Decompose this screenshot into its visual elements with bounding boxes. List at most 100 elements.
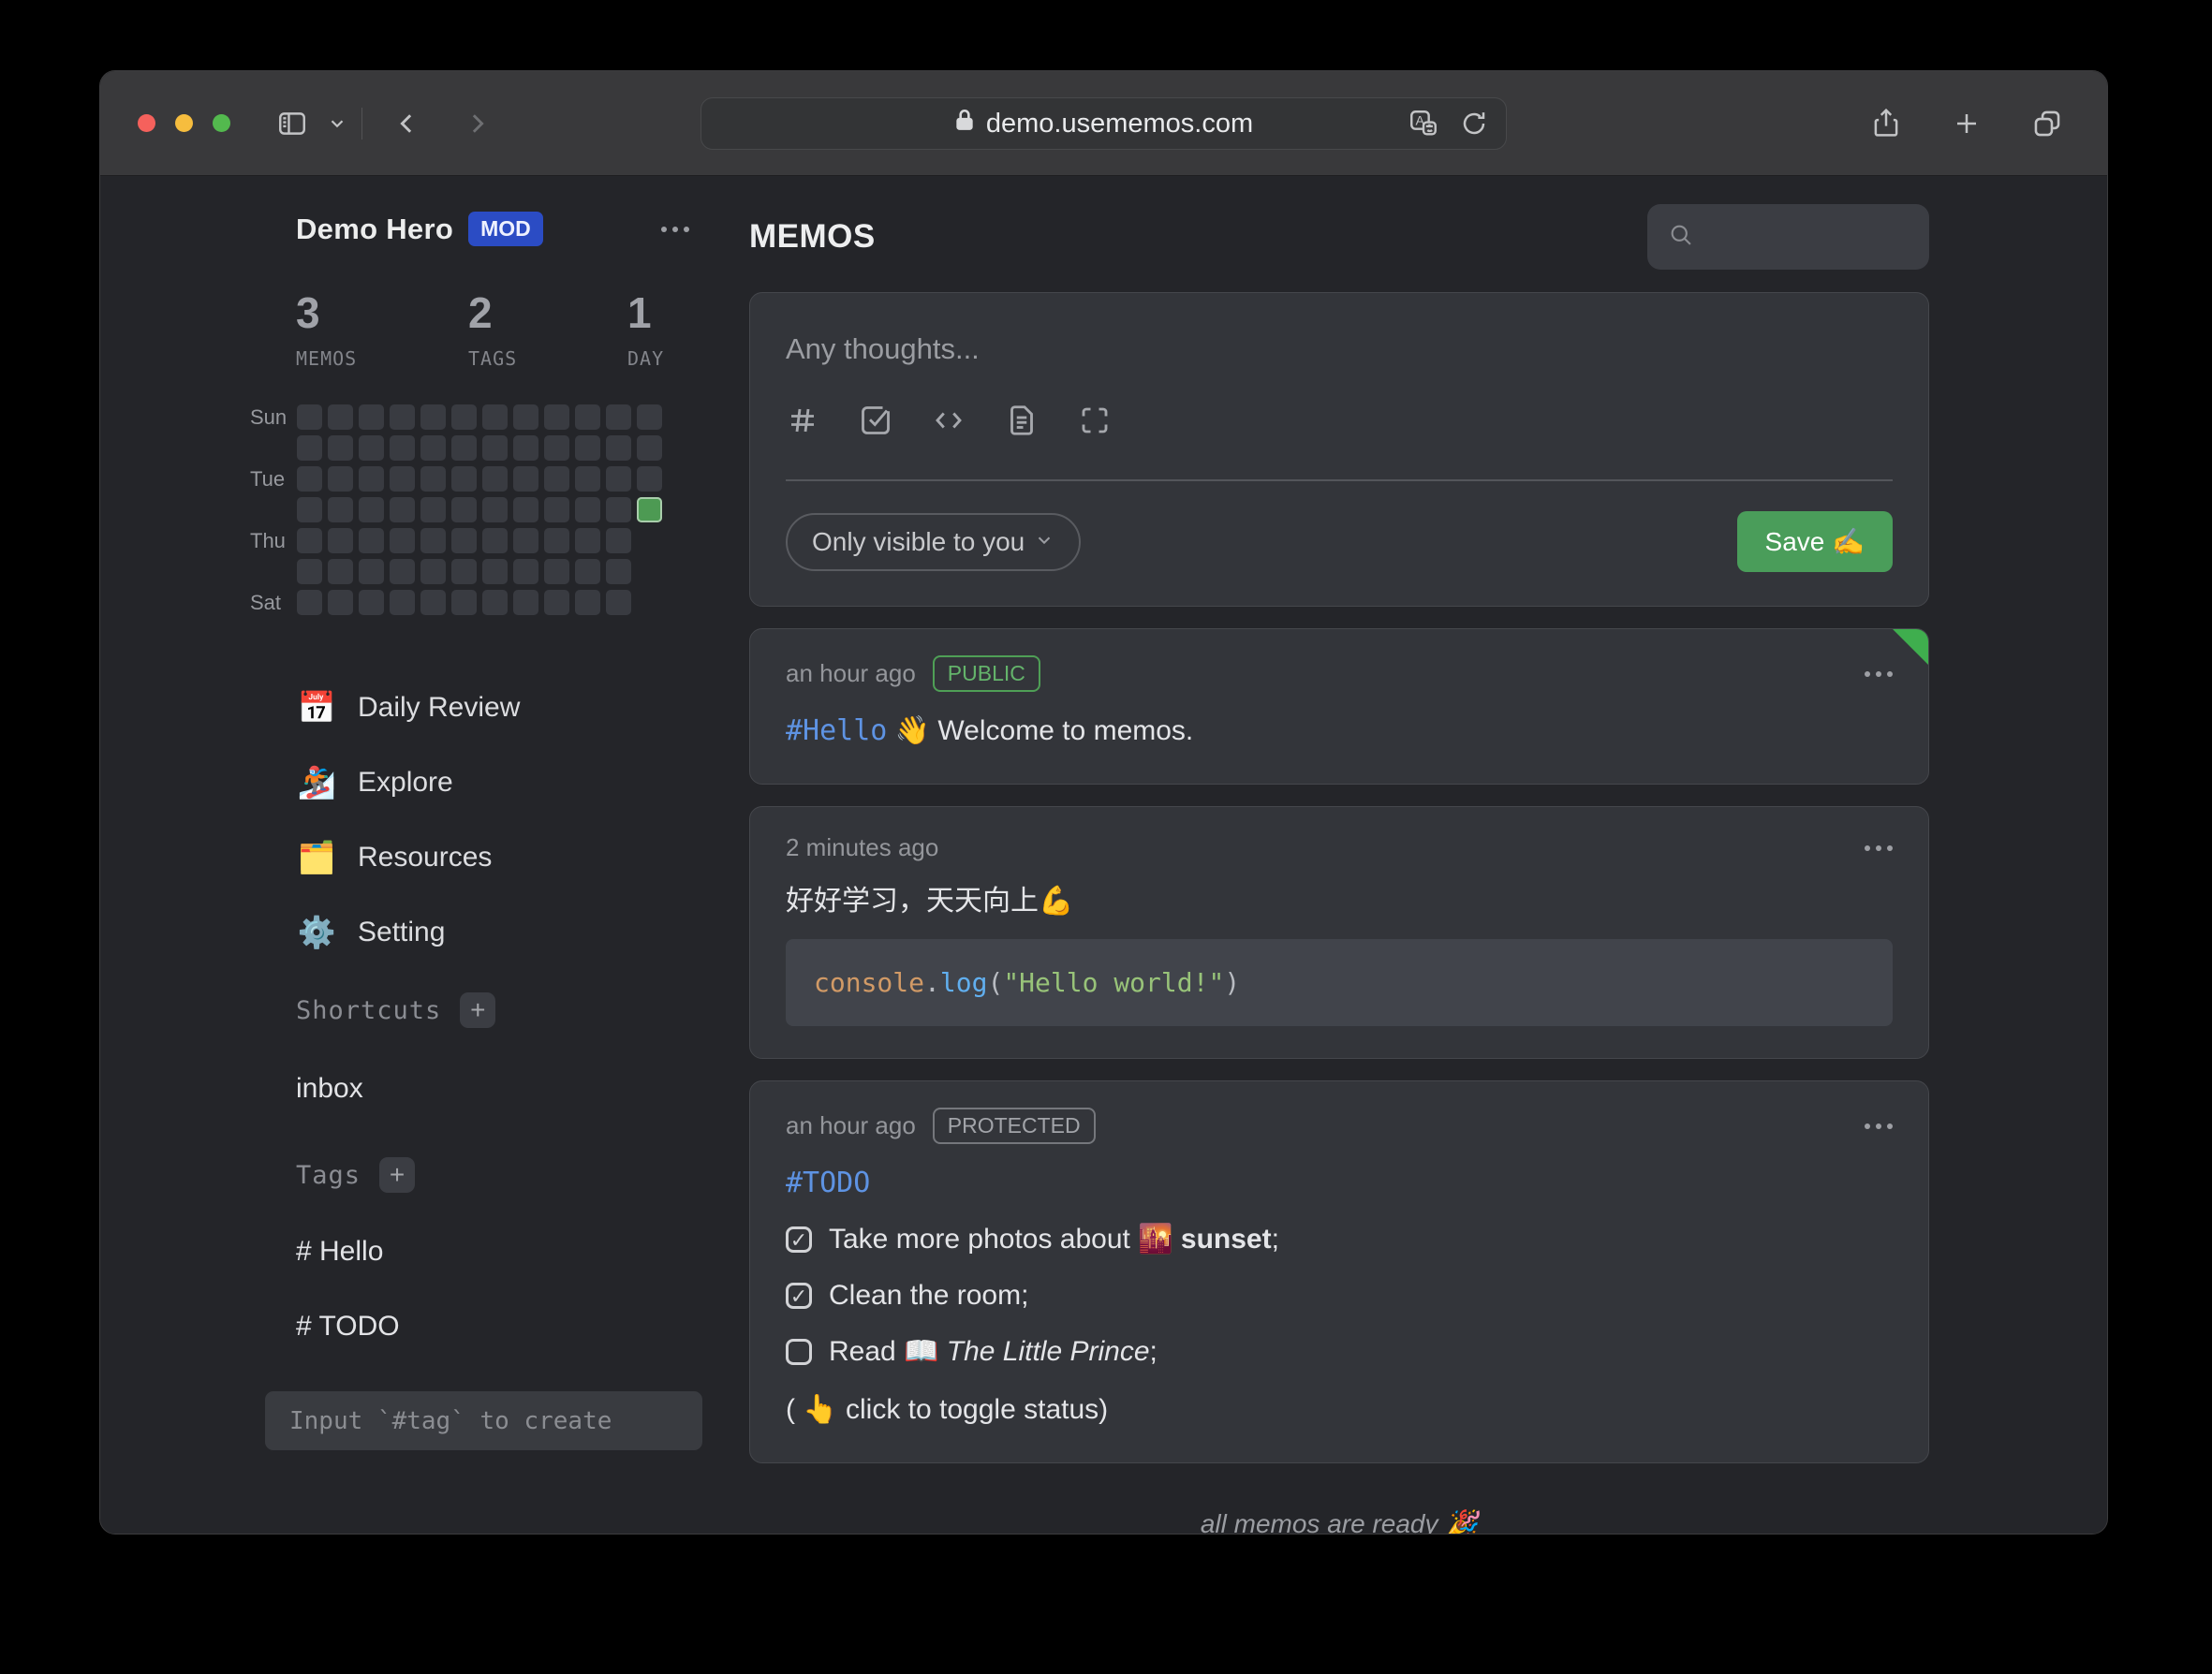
heatmap-cell [390, 528, 415, 553]
heatmap-cell [513, 404, 538, 430]
mod-badge: MOD [468, 212, 543, 246]
stat-tags: 2 TAGS [468, 287, 627, 370]
tab-overview-button[interactable] [2021, 97, 2073, 150]
memo-card-todo: an hour ago PROTECTED #TODO ✓ Take more … [749, 1080, 1929, 1463]
tag-item-todo[interactable]: # TODO [296, 1311, 712, 1343]
sidebar-item-resources[interactable]: 🗂️ Resources [296, 820, 712, 895]
memo-menu-button[interactable] [1865, 845, 1893, 851]
heatmap-cell [451, 435, 477, 461]
memo-tag[interactable]: #Hello [786, 714, 887, 747]
stat-value: 1 [627, 287, 689, 338]
heatmap-cell [575, 404, 600, 430]
minimize-window-button[interactable] [175, 114, 193, 132]
shortcut-item-inbox[interactable]: inbox [296, 1073, 712, 1105]
user-banner[interactable]: Demo Hero MOD [296, 212, 689, 246]
tag-item-hello[interactable]: # Hello [296, 1236, 712, 1268]
heatmap-cell [328, 590, 353, 615]
chevron-down-icon [327, 113, 347, 134]
todo-checkbox[interactable]: ✓ [786, 1283, 812, 1309]
sidebar-toggle-button[interactable] [266, 97, 318, 150]
stat-day: 1 DAY [627, 287, 689, 370]
heatmap-cell [482, 404, 508, 430]
code-string: "Hello world!" [1003, 967, 1224, 998]
heatmap-cell [482, 497, 508, 522]
memo-text: 好好学习，天天向上💪 [786, 881, 1893, 922]
back-button[interactable] [381, 97, 434, 150]
heatmap-cell [637, 404, 662, 430]
visibility-select[interactable]: Only visible to you [786, 513, 1081, 571]
chevron-right-icon [463, 110, 491, 138]
memo-menu-button[interactable] [1865, 1123, 1893, 1129]
heatmap-cell [544, 497, 569, 522]
heatmap-cell [575, 435, 600, 461]
file-icon[interactable] [1005, 404, 1039, 442]
card-index-emoji-icon: 🗂️ [296, 840, 337, 876]
heatmap-cell [513, 590, 538, 615]
code-paren: ( [987, 967, 1003, 998]
todo-checkbox[interactable]: ✓ [786, 1226, 812, 1253]
stat-label: DAY [627, 347, 689, 370]
close-window-button[interactable] [138, 114, 155, 132]
sidebar-item-setting[interactable]: ⚙️ Setting [296, 895, 712, 970]
code-paren: ) [1224, 967, 1240, 998]
user-menu-button[interactable] [661, 227, 689, 232]
todo-hint: ( 👆 click to toggle status) [786, 1389, 1893, 1431]
heatmap-cell [297, 466, 322, 492]
todo-item: ✓ Clean the room; [786, 1275, 1893, 1316]
heatmap-cell [359, 528, 384, 553]
zoom-window-button[interactable] [213, 114, 230, 132]
address-bar[interactable]: demo.usememos.com A [700, 97, 1507, 150]
heatmap-cell [606, 559, 631, 584]
search-input[interactable] [1647, 204, 1929, 270]
heatmap-cell [451, 559, 477, 584]
heatmap-cell [328, 404, 353, 430]
toolbar-chevron-button[interactable] [318, 97, 356, 150]
heatmap-cell [297, 435, 322, 461]
share-button[interactable] [1860, 97, 1912, 150]
heatmap-cell [513, 528, 538, 553]
tabs-icon [2031, 108, 2063, 140]
tags-section-header: Tags + [296, 1157, 712, 1193]
heatmap-cell [451, 466, 477, 492]
save-button[interactable]: Save ✍️ [1737, 511, 1893, 572]
heatmap-cell [297, 528, 322, 553]
code-icon[interactable] [932, 404, 966, 442]
memo-card-hello: an hour ago PUBLIC #Hello 👋 Welcome to m… [749, 628, 1929, 785]
heatmap-cell [390, 497, 415, 522]
heatmap-cell [359, 466, 384, 492]
todo-checkbox[interactable] [786, 1339, 812, 1365]
add-shortcut-button[interactable]: + [460, 992, 495, 1028]
fullscreen-icon[interactable] [1078, 404, 1112, 442]
page-title: MEMOS [749, 218, 876, 256]
memo-tag[interactable]: #TODO [786, 1167, 870, 1199]
reload-button[interactable] [1455, 105, 1493, 142]
new-tab-button[interactable] [1940, 97, 1993, 150]
nav-label: Setting [358, 917, 445, 948]
heatmap-cell-active [637, 497, 662, 522]
main-column: MEMOS Any thoughts... [740, 176, 2107, 1534]
heatmap-cell [482, 559, 508, 584]
todo-text: Clean the room; [829, 1275, 1028, 1316]
heatmap-cell [390, 404, 415, 430]
heatmap-cell [297, 404, 322, 430]
todo-checklist: ✓ Take more photos about 🌇 sunset; ✓ Cle… [786, 1219, 1893, 1373]
hashtag-icon[interactable] [786, 404, 819, 442]
memo-menu-button[interactable] [1865, 671, 1893, 677]
checkbox-icon[interactable] [859, 404, 892, 442]
code-block: console.log("Hello world!") [786, 939, 1893, 1026]
reload-icon [1460, 110, 1488, 138]
todo-text: Take more photos about 🌇 sunset; [829, 1219, 1279, 1260]
sidebar: Demo Hero MOD 3 MEMOS 2 TAGS 1 DAY [100, 176, 740, 1534]
translate-button[interactable]: A [1405, 105, 1442, 142]
browser-toolbar: demo.usememos.com A [100, 71, 2107, 176]
tag-create-input[interactable] [265, 1391, 702, 1450]
heatmap-row-label: Thu [250, 529, 291, 553]
sidebar-item-daily-review[interactable]: 📅 Daily Review [296, 670, 712, 745]
add-tag-button[interactable]: + [379, 1157, 415, 1193]
sidebar-item-explore[interactable]: 🏂 Explore [296, 745, 712, 820]
editor-placeholder[interactable]: Any thoughts... [786, 332, 1893, 366]
heatmap-cell [575, 466, 600, 492]
heatmap-cell [575, 497, 600, 522]
todo-item: Read 📖 The Little Prince; [786, 1331, 1893, 1373]
forward-button[interactable] [450, 97, 503, 150]
